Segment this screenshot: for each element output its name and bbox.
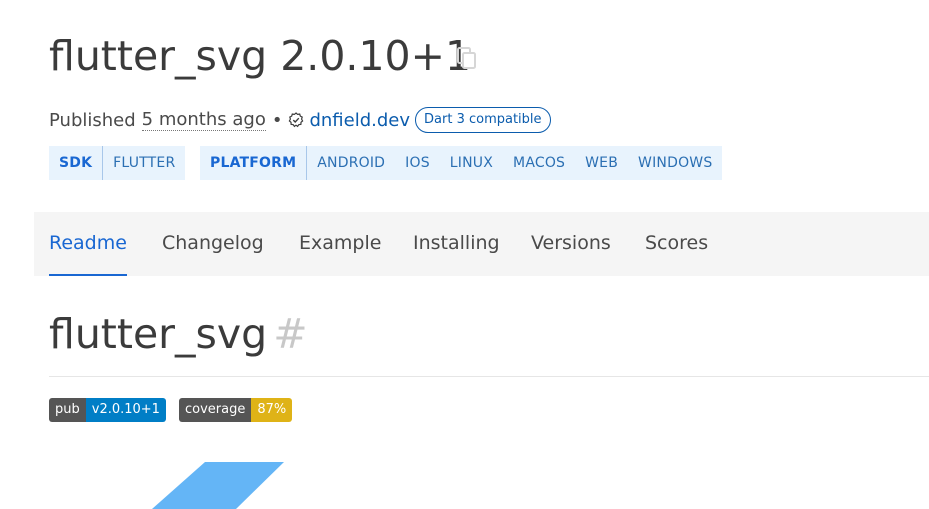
tab-example[interactable]: Example (299, 212, 381, 276)
flutter-svg-logo (152, 462, 284, 509)
readme-heading: flutter_svg # (49, 306, 308, 362)
sdk-tag-label[interactable]: SDK (49, 146, 104, 180)
platform-tag-macos[interactable]: MACOS (503, 146, 575, 180)
tab-scores[interactable]: Scores (645, 212, 708, 276)
published-label: Published (49, 109, 136, 131)
sdk-tag-flutter[interactable]: FLUTTER (103, 146, 185, 180)
copy-icon[interactable] (456, 46, 478, 70)
platform-tags: PLATFORM ANDROID IOS LINUX MACOS WEB WIN… (200, 146, 723, 180)
published-date: 5 months ago (141, 109, 266, 131)
heading-divider (49, 376, 929, 377)
platform-tag-web[interactable]: WEB (575, 146, 628, 180)
readme-heading-text: flutter_svg (49, 310, 268, 358)
coverage-badge-label: coverage (179, 398, 252, 422)
tab-installing[interactable]: Installing (413, 212, 500, 276)
platform-tag-windows[interactable]: WINDOWS (628, 146, 722, 180)
meta-separator: • (271, 109, 283, 131)
package-title: flutter_svg 2.0.10+1 (49, 32, 472, 80)
detail-tabs: Readme Changelog Example Installing Vers… (34, 212, 929, 276)
pub-version-badge[interactable]: pub v2.0.10+1 (49, 398, 166, 422)
heading-anchor-link[interactable]: # (273, 310, 307, 358)
package-meta: Published 5 months ago • dnfield.dev Dar… (49, 106, 551, 134)
coverage-badge-value: 87% (251, 398, 293, 422)
pub-badge-value: v2.0.10+1 (85, 398, 166, 422)
coverage-badge[interactable]: coverage 87% (179, 398, 293, 422)
tab-changelog[interactable]: Changelog (162, 212, 264, 276)
sdk-tags: SDK FLUTTER (49, 146, 186, 180)
platform-tag-linux[interactable]: LINUX (440, 146, 503, 180)
platform-tag-android[interactable]: ANDROID (307, 146, 395, 180)
dart3-compatible-badge[interactable]: Dart 3 compatible (415, 107, 551, 133)
tab-readme[interactable]: Readme (49, 212, 127, 276)
platform-tag-ios[interactable]: IOS (395, 146, 440, 180)
platform-tag-label[interactable]: PLATFORM (200, 146, 308, 180)
verified-publisher-icon (289, 112, 304, 128)
publisher-link[interactable]: dnfield.dev (309, 110, 410, 131)
tab-versions[interactable]: Versions (531, 212, 611, 276)
pub-badge-label: pub (49, 398, 86, 422)
